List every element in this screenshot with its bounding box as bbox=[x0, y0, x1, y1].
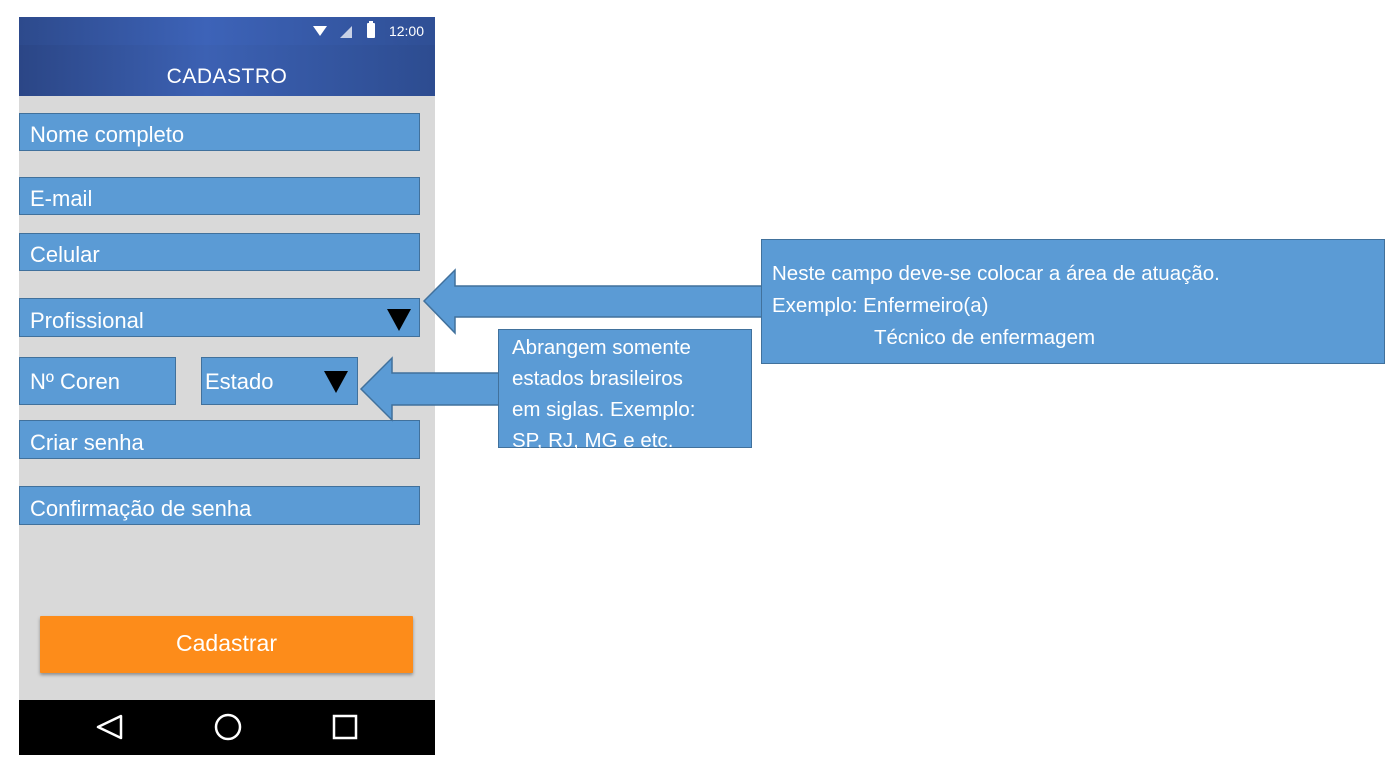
profession-note-line3: Técnico de enfermagem bbox=[874, 326, 1096, 349]
state-callout-arrow bbox=[359, 356, 500, 422]
state-annotation: Abrangem somente estados brasileiros em … bbox=[498, 329, 752, 452]
profession-note-line1: Neste campo deve-se colocar a área de at… bbox=[772, 262, 1220, 285]
profession-note-line2: Exemplo: Enfermeiro(a) bbox=[772, 294, 989, 317]
profession-callout-arrow bbox=[422, 268, 763, 335]
state-note-line1: Abrangem somente bbox=[512, 336, 691, 359]
profession-annotation: Neste campo deve-se colocar a área de at… bbox=[761, 239, 1385, 364]
state-note-line3: em siglas. Exemplo: bbox=[512, 398, 696, 421]
state-note-line4: SP, RJ, MG e etc. bbox=[512, 429, 674, 452]
state-note-line2: estados brasileiros bbox=[512, 367, 683, 390]
